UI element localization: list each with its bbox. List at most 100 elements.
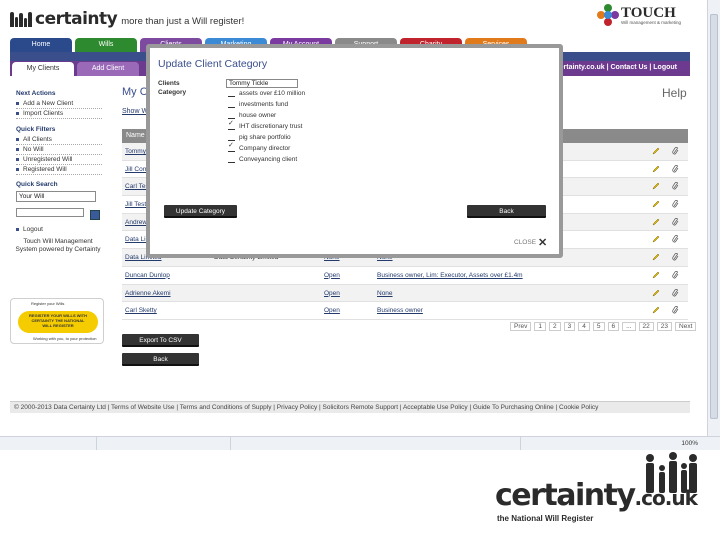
edit-pencil-icon[interactable] xyxy=(652,218,660,226)
tab-home[interactable]: Home xyxy=(10,38,72,52)
attachment-icon[interactable] xyxy=(672,253,679,261)
attachment-icon[interactable] xyxy=(672,235,679,243)
attachment-icon[interactable] xyxy=(672,200,679,208)
edit-pencil-icon[interactable] xyxy=(652,253,660,261)
tab-wills[interactable]: Wills xyxy=(75,38,137,52)
category-checkbox[interactable] xyxy=(228,142,235,152)
back-button[interactable]: Back xyxy=(122,353,199,366)
page-link[interactable]: 2 xyxy=(549,322,561,331)
sidebar-logout[interactable]: Logout xyxy=(16,225,102,235)
export-csv-button[interactable]: Export To CSV xyxy=(122,334,199,347)
category-option[interactable]: assets over £10 million xyxy=(228,90,348,98)
filter-unregistered-will[interactable]: Unregistered Will xyxy=(16,155,102,165)
will-status-link[interactable]: Open xyxy=(324,285,340,302)
certainty-logo[interactable]: certainty more than just a Will register… xyxy=(10,7,244,31)
edit-pencil-icon[interactable] xyxy=(652,165,660,173)
will-status-link[interactable]: Open xyxy=(324,302,340,319)
page-link[interactable]: 5 xyxy=(592,322,605,331)
page-link[interactable]: Next xyxy=(675,322,697,331)
page-link[interactable]: Prev xyxy=(510,322,532,331)
category-option[interactable]: pig share portfolio xyxy=(228,134,348,142)
edit-pencil-icon[interactable] xyxy=(652,271,660,279)
page: certainty more than just a Will register… xyxy=(0,0,720,540)
page-link[interactable]: 1 xyxy=(534,322,546,331)
page-link[interactable]: 4 xyxy=(578,322,590,331)
filter-all-clients[interactable]: All Clients xyxy=(16,135,102,145)
vertical-scrollbar[interactable] xyxy=(707,0,720,436)
search-go-button[interactable] xyxy=(90,210,100,220)
attachment-icon[interactable] xyxy=(672,270,679,279)
client-name-link[interactable]: Jill Test xyxy=(125,196,146,213)
edit-pencil-icon[interactable] xyxy=(652,182,660,190)
attachment-icon[interactable] xyxy=(672,306,679,314)
client-name-link[interactable]: Jill Corn xyxy=(125,161,148,178)
category-checkbox[interactable] xyxy=(228,120,235,130)
edit-pencil-icon[interactable] xyxy=(652,147,660,155)
client-category[interactable]: None xyxy=(377,285,393,302)
table-row: Adrienne Akemi Open None xyxy=(122,284,688,303)
client-name-link[interactable]: Duncan Dunlop xyxy=(125,267,170,284)
browser-status-bar: 100% xyxy=(0,436,720,450)
category-checkbox[interactable] xyxy=(228,101,235,108)
attachment-icon[interactable] xyxy=(672,288,679,297)
badge-bottom-text: Working with you, to your protection xyxy=(33,336,97,341)
category-option[interactable]: investments fund xyxy=(228,101,348,109)
touch-logo[interactable]: TOUCH Will management & marketing xyxy=(597,4,681,26)
subtab-add-client[interactable]: Add Client xyxy=(77,62,139,76)
attachment-icon[interactable] xyxy=(672,164,679,173)
attachment-icon[interactable] xyxy=(672,217,679,226)
category-option[interactable]: Conveyancing client xyxy=(228,156,348,164)
edit-pencil-icon[interactable] xyxy=(652,200,660,208)
page-link[interactable]: ... xyxy=(622,322,636,331)
close-label: CLOSE xyxy=(514,239,537,246)
sidebar-item-import-clients[interactable]: Import Clients xyxy=(16,109,102,119)
touch-subtitle: Will management & marketing xyxy=(621,19,682,25)
subnav-links[interactable]: certainty.co.uk | Contact Us | Logout xyxy=(556,64,677,71)
will-status-link[interactable]: Open xyxy=(324,267,340,284)
category-option[interactable]: Company director xyxy=(228,142,348,153)
search-input[interactable] xyxy=(16,208,84,217)
quick-filters-heading: Quick Filters xyxy=(16,126,56,133)
category-option[interactable]: IHT discretionary trust xyxy=(228,120,348,131)
client-name-link[interactable]: Andrew xyxy=(125,214,147,231)
edit-pencil-icon[interactable] xyxy=(652,306,660,314)
attachment-icon[interactable] xyxy=(672,147,679,155)
category-checkbox[interactable] xyxy=(228,112,235,119)
client-category[interactable]: Business owner, Lim: Executor, Assets ov… xyxy=(377,267,523,284)
update-category-button[interactable]: Update Category xyxy=(164,205,237,218)
client-name-link[interactable]: Adrienne Akemi xyxy=(125,285,171,302)
client-name-link[interactable]: Carl Sketty xyxy=(125,302,157,319)
zoom-level[interactable]: 100% xyxy=(681,440,698,447)
brand-wordmark: certainty.co.uk xyxy=(495,478,698,513)
category-checkbox[interactable] xyxy=(228,90,235,97)
help-link[interactable]: Help xyxy=(662,86,687,100)
search-type-select[interactable]: Your Will xyxy=(16,191,96,202)
browser-viewport: certainty more than just a Will register… xyxy=(0,0,707,436)
register-badge[interactable]: Register your Wills REGISTER YOUR WILLS … xyxy=(10,298,104,344)
footer-links[interactable]: © 2000-2013 Data Certainty Ltd | Terms o… xyxy=(10,401,690,413)
edit-pencil-icon[interactable] xyxy=(652,289,660,297)
certainty-branding: certainty.co.uk the National Will Regist… xyxy=(490,450,720,540)
modal-close-button[interactable]: CLOSE ✕ xyxy=(514,236,547,249)
category-label-text: Company director xyxy=(239,145,291,152)
brand-word: certainty xyxy=(495,478,636,513)
category-checkbox[interactable] xyxy=(228,134,235,141)
modal-back-button[interactable]: Back xyxy=(467,205,546,218)
filter-no-will[interactable]: No Will xyxy=(16,145,102,155)
attachment-icon[interactable] xyxy=(672,182,679,190)
edit-pencil-icon[interactable] xyxy=(652,235,660,243)
page-link[interactable]: 23 xyxy=(656,322,673,331)
subtab-my-clients[interactable]: My Clients xyxy=(12,62,74,76)
filter-registered-will[interactable]: Registered Will xyxy=(16,165,102,175)
page-link[interactable]: 22 xyxy=(638,322,654,331)
client-category[interactable]: Business owner xyxy=(377,302,423,319)
category-label: Category xyxy=(158,89,187,96)
scrollbar-thumb[interactable] xyxy=(710,14,718,419)
client-select[interactable]: Tommy Tickle xyxy=(226,79,298,88)
page-link[interactable]: 6 xyxy=(607,322,620,331)
powered-by-text: Touch Will Management System powered by … xyxy=(15,238,101,253)
sidebar-item-add-client[interactable]: Add a New Client xyxy=(16,99,102,109)
category-option[interactable]: house owner xyxy=(228,112,348,120)
category-checkbox[interactable] xyxy=(228,156,235,163)
page-link[interactable]: 3 xyxy=(563,322,576,331)
